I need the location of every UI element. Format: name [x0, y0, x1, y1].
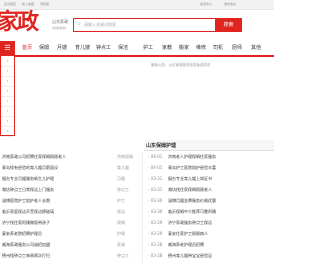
list-item-title[interactable]: 烟台专业育儿嫂上岗证书 — [168, 174, 212, 184]
city-selector[interactable]: 山东家政 [切换城市] — [52, 19, 68, 30]
top-link-favorite[interactable]: 加入收藏 — [22, 2, 34, 6]
list-item[interactable]: - 03-31 烟台专业育儿嫂上岗证书 — [0, 174, 274, 184]
list-item[interactable]: - 03-30 淄博月嫂金牌服务价格优惠 — [0, 196, 274, 206]
top-link-mobile[interactable]: 手机版 — [40, 2, 49, 6]
right-panel-header: 山东保姆护理 — [144, 140, 274, 151]
search-input[interactable]: ⌕ 请输入关键词搜索 — [73, 18, 220, 32]
list-item[interactable]: - 04-01 济南老人护理保姆住家服务 — [0, 152, 274, 162]
main-nav: ☰ 首页 保姆 月嫂 育儿嫂 钟点工 保洁 护工 家教 搬家 维修 司机 厨师 … — [0, 41, 274, 57]
nav-item[interactable]: 家教 — [162, 41, 172, 55]
sidebar-item[interactable]: › — [1, 126, 14, 137]
list-item-title[interactable]: 济宁家政服务钟点工保洁 — [168, 218, 212, 228]
nav-item[interactable]: 搬家 — [179, 41, 189, 55]
list-item[interactable]: - 03-28 德州育儿嫂带宝宝经验足 — [0, 251, 274, 261]
top-link-member[interactable]: 会员中心 — [200, 2, 212, 6]
nav-item[interactable]: 保姆 — [39, 41, 49, 55]
city-name: 山东家政 — [52, 19, 68, 24]
list-item-date: - 03-31 — [148, 187, 163, 192]
list-item-title[interactable]: 威海养老护理员招聘 — [168, 240, 204, 250]
nav-item[interactable]: 厨师 — [232, 41, 242, 55]
list-item[interactable]: - 03-29 济宁家政服务钟点工保洁 — [0, 218, 274, 228]
search-placeholder: 请输入关键词搜索 — [84, 22, 116, 27]
list-item-title[interactable]: 德州育儿嫂带宝宝经验足 — [168, 251, 212, 261]
right-panel-title: 山东保姆护理 — [146, 143, 177, 149]
site-logo[interactable]: 家政 — [0, 9, 39, 37]
nav-item[interactable]: 其他 — [251, 41, 261, 55]
nav-item[interactable]: 护工 — [143, 41, 153, 55]
list-item-title[interactable]: 潍坊找住家保姆照顾老人 — [168, 185, 212, 195]
list-item-title[interactable]: 淄博月嫂金牌服务价格优惠 — [168, 196, 216, 206]
list-item-date: - 03-28 — [148, 242, 163, 247]
list-item[interactable]: - 03-31 潍坊找住家保姆照顾老人 — [0, 185, 274, 195]
list-item-date: - 03-29 — [148, 220, 163, 225]
categories-menu-icon[interactable]: ☰ — [0, 41, 15, 55]
nav-item[interactable]: 维修 — [196, 41, 206, 55]
category-sidebar: › › › › › › › › — [0, 56, 15, 137]
list-item-title[interactable]: 济南老人护理保姆住家服务 — [168, 152, 216, 162]
nav-item-home[interactable]: 首页 — [22, 41, 32, 55]
list-item[interactable]: - 03-29 泰安住家护工照顾病人 — [0, 229, 274, 239]
search-icon: ⌕ — [78, 21, 81, 27]
top-link-home[interactable]: 设为首页 — [4, 2, 16, 6]
list-item-date: - 03-28 — [148, 253, 163, 258]
city-switch[interactable]: [切换城市] — [52, 26, 68, 30]
list-item-date: - 03-29 — [148, 231, 163, 236]
list-item-date: - 03-30 — [148, 209, 163, 214]
nav-item[interactable]: 钟点工 — [96, 41, 111, 55]
list-item-title[interactable]: 临沂保姆中介推荐可靠阿姨 — [168, 207, 216, 217]
list-item-title[interactable]: 青岛护工医院陪护经验丰富 — [168, 163, 216, 173]
search-button[interactable]: 搜索 — [215, 18, 242, 32]
list-item-title[interactable]: 泰安住家护工照顾病人 — [168, 229, 208, 239]
list-item-date: - 04-01 — [148, 154, 163, 159]
list-item[interactable]: - 04-01 青岛护工医院陪护经验丰富 — [0, 163, 274, 173]
list-item-date: - 04-01 — [148, 165, 163, 170]
top-bar: 设为首页 加入收藏 手机版 会员中心 发布信息 — [0, 0, 274, 10]
nav-item[interactable]: 保洁 — [118, 41, 128, 55]
notice-text: 最新公告：山东家政服务信息免费发布 — [151, 63, 211, 67]
nav-item[interactable]: 司机 — [213, 41, 223, 55]
nav-item[interactable]: 育儿嫂 — [75, 41, 90, 55]
list-item[interactable]: - 03-28 威海养老护理员招聘 — [0, 240, 274, 250]
nav-item[interactable]: 月嫂 — [57, 41, 67, 55]
list-item-date: - 03-31 — [148, 176, 163, 181]
list-item-date: - 03-30 — [148, 198, 163, 203]
top-link-post[interactable]: 发布信息 — [224, 2, 236, 6]
list-item[interactable]: - 03-30 临沂保姆中介推荐可靠阿姨 — [0, 207, 274, 217]
